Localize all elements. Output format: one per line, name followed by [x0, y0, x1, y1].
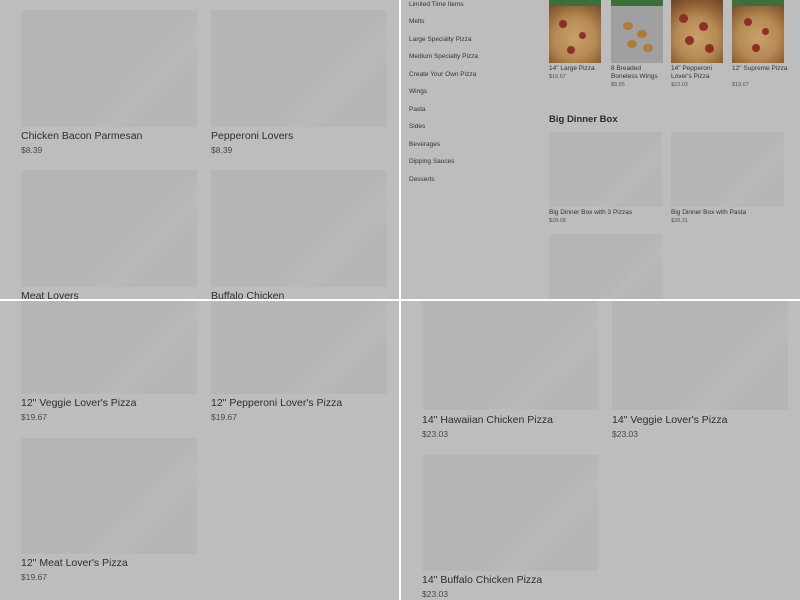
category-link-dipping-sauces[interactable]: Dipping Sauces: [409, 158, 455, 165]
product-name[interactable]: 12" Meat Lover's Pizza: [21, 557, 128, 569]
dinner-box-price: $28.08: [549, 218, 566, 224]
product-name[interactable]: 12" Pepperoni Lover's Pizza: [211, 397, 342, 409]
dinner-box-name[interactable]: Big Dinner Box with Pasta: [671, 209, 746, 216]
product-image-placeholder[interactable]: [211, 10, 387, 127]
product-name[interactable]: 14" Veggie Lover's Pizza: [612, 414, 727, 426]
category-link-sides[interactable]: Sides: [409, 123, 425, 130]
featured-item-name[interactable]: 8 Breaded Boneless Wings: [611, 65, 667, 80]
category-link-melts[interactable]: Melts: [409, 18, 425, 25]
dinner-box-name[interactable]: Big Dinner Box with 3 Pizzas: [549, 209, 632, 216]
product-image-placeholder[interactable]: [211, 170, 387, 287]
product-image-placeholder[interactable]: [21, 301, 197, 394]
product-name[interactable]: Chicken Bacon Parmesan: [21, 130, 142, 142]
menu-grid-top-left: Chicken Bacon Parmesan $8.39 Pepperoni L…: [0, 0, 399, 299]
menu-grid-bottom-left: 12" Veggie Lover's Pizza $19.67 12" Pepp…: [0, 301, 399, 600]
product-image-placeholder[interactable]: [21, 170, 197, 287]
featured-item-price: $19.67: [732, 82, 749, 88]
product-image-placeholder[interactable]: [21, 10, 197, 127]
product-image-placeholder[interactable]: [422, 301, 598, 410]
featured-item-price: $16.67: [549, 74, 566, 80]
category-link-limited-time-items[interactable]: Limited Time Items: [409, 1, 464, 8]
product-price: $19.67: [21, 572, 47, 582]
featured-item-name[interactable]: 14" Pepperoni Lover's Pizza: [671, 65, 727, 80]
product-name[interactable]: Buffalo Chicken: [211, 290, 284, 299]
featured-item-name[interactable]: 14" Large Pizza: [549, 65, 609, 73]
dinner-box-image-placeholder[interactable]: [549, 132, 662, 207]
menu-category-panel: Limited Time Items Melts Large Specialty…: [401, 0, 800, 299]
category-link-pasta[interactable]: Pasta: [409, 106, 426, 113]
featured-item-price: $23.03: [671, 82, 688, 88]
product-price: $23.03: [422, 589, 448, 599]
product-image-placeholder[interactable]: [422, 455, 598, 571]
product-name[interactable]: 14" Buffalo Chicken Pizza: [422, 574, 542, 586]
product-price: $23.03: [612, 429, 638, 439]
product-name[interactable]: 14" Hawaiian Chicken Pizza: [422, 414, 553, 426]
product-image-placeholder[interactable]: [612, 301, 788, 410]
product-price: $19.67: [21, 412, 47, 422]
product-name[interactable]: Meat Lovers: [21, 290, 79, 299]
featured-item-image[interactable]: [732, 0, 784, 63]
featured-item-name[interactable]: 12" Supreme Pizza: [732, 65, 788, 73]
product-price: $8.39: [211, 145, 233, 155]
category-link-medium-specialty-pizza[interactable]: Medium Specialty Pizza: [409, 53, 478, 60]
menu-grid-bottom-right: 14" Hawaiian Chicken Pizza $23.03 14" Ve…: [401, 301, 800, 600]
dinner-box-price: $28.31: [671, 218, 688, 224]
product-price: $8.39: [21, 145, 43, 155]
featured-item-image[interactable]: [671, 0, 723, 63]
featured-item-image[interactable]: [549, 0, 601, 63]
category-link-wings[interactable]: Wings: [409, 88, 427, 95]
dinner-box-image-placeholder[interactable]: [671, 132, 784, 207]
dinner-box-image-placeholder[interactable]: [549, 234, 662, 299]
product-price: $19.67: [211, 412, 237, 422]
product-name[interactable]: Pepperoni Lovers: [211, 130, 293, 142]
product-price: $23.03: [422, 429, 448, 439]
product-image-placeholder[interactable]: [211, 301, 387, 394]
product-name[interactable]: 12" Veggie Lover's Pizza: [21, 397, 136, 409]
category-link-beverages[interactable]: Beverages: [409, 141, 440, 148]
category-link-desserts[interactable]: Desserts: [409, 176, 435, 183]
category-link-large-specialty-pizza[interactable]: Large Specialty Pizza: [409, 36, 472, 43]
featured-item-price: $9.95: [611, 82, 625, 88]
category-link-create-your-own-pizza[interactable]: Create Your Own Pizza: [409, 71, 476, 78]
product-image-placeholder[interactable]: [21, 438, 197, 554]
section-title-big-dinner-box: Big Dinner Box: [549, 114, 618, 125]
featured-item-image[interactable]: [611, 0, 663, 63]
